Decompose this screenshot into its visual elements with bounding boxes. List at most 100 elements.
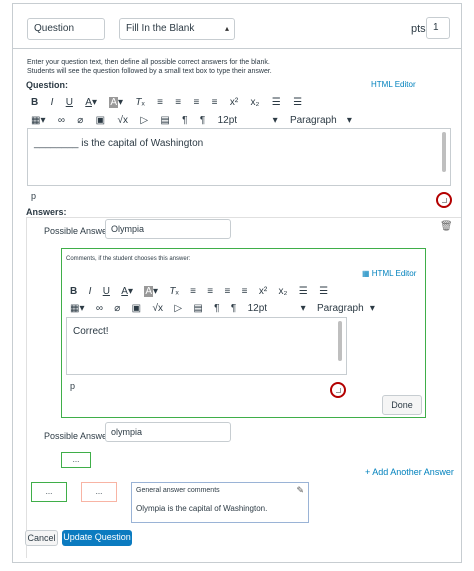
- bold-icon[interactable]: B: [31, 96, 38, 110]
- equation-icon[interactable]: √x: [117, 114, 128, 128]
- superscript-icon[interactable]: x²: [259, 285, 267, 299]
- neutral-comment-box[interactable]: ...: [61, 452, 91, 468]
- general-comments-box[interactable]: General answer comments ✎ Olympia is the…: [131, 482, 309, 523]
- comment-html-editor-link[interactable]: ▦ HTML Editor: [362, 269, 416, 278]
- question-toolbar-row1: B I U A▾ A▾ Tₓ ≡ ≡ ≡ ≡ x² x₂ ☰ ☰: [31, 95, 311, 110]
- rtl-icon[interactable]: ¶: [231, 302, 236, 316]
- question-name-value: Question: [34, 23, 75, 34]
- instructions-line2: Students will see the question followed …: [27, 68, 272, 75]
- question-label: Question:: [26, 80, 68, 90]
- select-arrows-icon: ▴: [224, 24, 229, 33]
- image-icon[interactable]: ▣: [132, 302, 141, 316]
- link-icon[interactable]: ∞: [58, 114, 65, 128]
- possible-answer-label: Possible Answer:: [44, 226, 113, 236]
- text-color-icon[interactable]: A▾: [121, 285, 133, 299]
- html-editor-link[interactable]: HTML Editor: [371, 80, 416, 89]
- trash-icon[interactable]: 🗑: [440, 221, 453, 232]
- question-editor[interactable]: ________ is the capital of Washington: [27, 128, 451, 186]
- justify-icon[interactable]: ≡: [212, 96, 218, 110]
- table-icon[interactable]: ▦▾: [70, 302, 84, 316]
- comment-toolbar-row2: ▦▾ ∞ ⌀ ▣ √x ▷ ▤ ¶ ¶ 12pt ▾ Paragraph ▾: [70, 301, 375, 316]
- background-color-icon[interactable]: A▾: [109, 96, 123, 110]
- paragraph-select[interactable]: Paragraph ▾: [290, 114, 352, 128]
- question-type-select[interactable]: Fill In the Blank ▴: [119, 18, 235, 40]
- possible-answer-2-input[interactable]: olympia: [105, 422, 231, 442]
- bold-icon[interactable]: B: [70, 285, 77, 299]
- ltr-icon[interactable]: ¶: [214, 302, 219, 316]
- html-editor-icon: ▦: [362, 269, 372, 278]
- equation-icon[interactable]: √x: [152, 302, 163, 316]
- comment-paragraph-value: Paragraph: [316, 302, 364, 314]
- italic-icon[interactable]: I: [51, 96, 54, 110]
- comment-html-editor-label: HTML Editor: [371, 269, 417, 278]
- general-comments-label: General answer comments: [136, 487, 220, 494]
- question-name-input[interactable]: Question: [27, 18, 105, 40]
- align-left-icon[interactable]: ≡: [157, 96, 163, 110]
- comment-editor-path: p: [70, 381, 76, 391]
- align-center-icon[interactable]: ≡: [175, 96, 181, 110]
- justify-icon[interactable]: ≡: [242, 285, 248, 299]
- update-question-button[interactable]: Update Question: [62, 530, 132, 546]
- numbered-list-icon[interactable]: ☰: [319, 285, 328, 299]
- possible-answer-value: Olympia: [111, 224, 145, 234]
- answer-comment-box: Comments, if the student chooses this an…: [61, 248, 426, 418]
- comment-editor-scrollbar[interactable]: [338, 321, 342, 361]
- possible-answer-input[interactable]: Olympia: [105, 219, 231, 239]
- underline-icon[interactable]: U: [103, 285, 110, 299]
- rtl-icon[interactable]: ¶: [200, 114, 205, 128]
- divider: [13, 48, 461, 49]
- possible-answer-2-label: Possible Answer:: [44, 431, 113, 441]
- question-form: Question Fill In the Blank ▴ pts: 1 Ente…: [12, 3, 462, 563]
- cancel-button[interactable]: Cancel: [25, 530, 58, 546]
- editor-path: p: [31, 191, 37, 201]
- editor-scrollbar[interactable]: [442, 132, 446, 172]
- ltr-icon[interactable]: ¶: [182, 114, 187, 128]
- subscript-icon[interactable]: x₂: [251, 96, 260, 110]
- link-icon[interactable]: ∞: [96, 302, 103, 316]
- embed-icon[interactable]: ▤: [193, 302, 202, 316]
- clear-formatting-icon[interactable]: Tₓ: [135, 96, 144, 110]
- clear-formatting-icon[interactable]: Tₓ: [169, 285, 178, 299]
- done-button[interactable]: Done: [382, 395, 422, 415]
- pencil-icon[interactable]: ✎: [296, 485, 304, 496]
- numbered-list-icon[interactable]: ☰: [293, 96, 302, 110]
- comment-resize-handle-icon[interactable]: [330, 382, 346, 398]
- image-icon[interactable]: ▣: [96, 114, 105, 128]
- correct-comment-box[interactable]: ...: [31, 482, 67, 502]
- text-color-icon[interactable]: A▾: [85, 96, 97, 110]
- media-icon[interactable]: ▷: [140, 114, 148, 128]
- question-text: ________ is the capital of Washington: [34, 138, 204, 149]
- bullet-list-icon[interactable]: ☰: [272, 96, 281, 110]
- comments-label: Comments, if the student chooses this an…: [66, 256, 191, 262]
- incorrect-comment-box[interactable]: ...: [81, 482, 117, 502]
- pts-input[interactable]: 1: [426, 17, 450, 39]
- align-center-icon[interactable]: ≡: [207, 285, 213, 299]
- embed-icon[interactable]: ▤: [160, 114, 169, 128]
- add-another-answer-label: Add Another Answer: [372, 467, 454, 477]
- media-icon[interactable]: ▷: [174, 302, 182, 316]
- unlink-icon[interactable]: ⌀: [114, 302, 120, 316]
- instructions-line1: Enter your question text, then define al…: [27, 59, 270, 66]
- font-size-select[interactable]: 12pt ▾: [218, 114, 278, 128]
- comment-paragraph-select[interactable]: Paragraph ▾: [317, 302, 375, 316]
- superscript-icon[interactable]: x²: [230, 96, 238, 110]
- add-another-answer-link[interactable]: + Add Another Answer: [365, 467, 454, 477]
- background-color-icon[interactable]: A▾: [144, 285, 158, 299]
- table-icon[interactable]: ▦▾: [31, 114, 45, 128]
- font-size-value: 12pt: [217, 114, 238, 126]
- comment-toolbar-row1: B I U A▾ A▾ Tₓ ≡ ≡ ≡ ≡ x² x₂ ☰ ☰: [70, 284, 328, 299]
- italic-icon[interactable]: I: [89, 285, 92, 299]
- align-right-icon[interactable]: ≡: [224, 285, 230, 299]
- comment-font-size-select[interactable]: 12pt ▾: [248, 302, 306, 316]
- resize-handle-icon[interactable]: [436, 192, 452, 208]
- underline-icon[interactable]: U: [66, 96, 73, 110]
- subscript-icon[interactable]: x₂: [279, 285, 288, 299]
- general-comments-text: Olympia is the capital of Washington.: [136, 504, 268, 513]
- align-right-icon[interactable]: ≡: [193, 96, 199, 110]
- align-left-icon[interactable]: ≡: [190, 285, 196, 299]
- unlink-icon[interactable]: ⌀: [77, 114, 83, 128]
- comment-font-size-value: 12pt: [247, 302, 268, 314]
- comment-editor[interactable]: Correct!: [66, 317, 347, 375]
- possible-answer-2-value: olympia: [111, 427, 143, 437]
- bullet-list-icon[interactable]: ☰: [299, 285, 308, 299]
